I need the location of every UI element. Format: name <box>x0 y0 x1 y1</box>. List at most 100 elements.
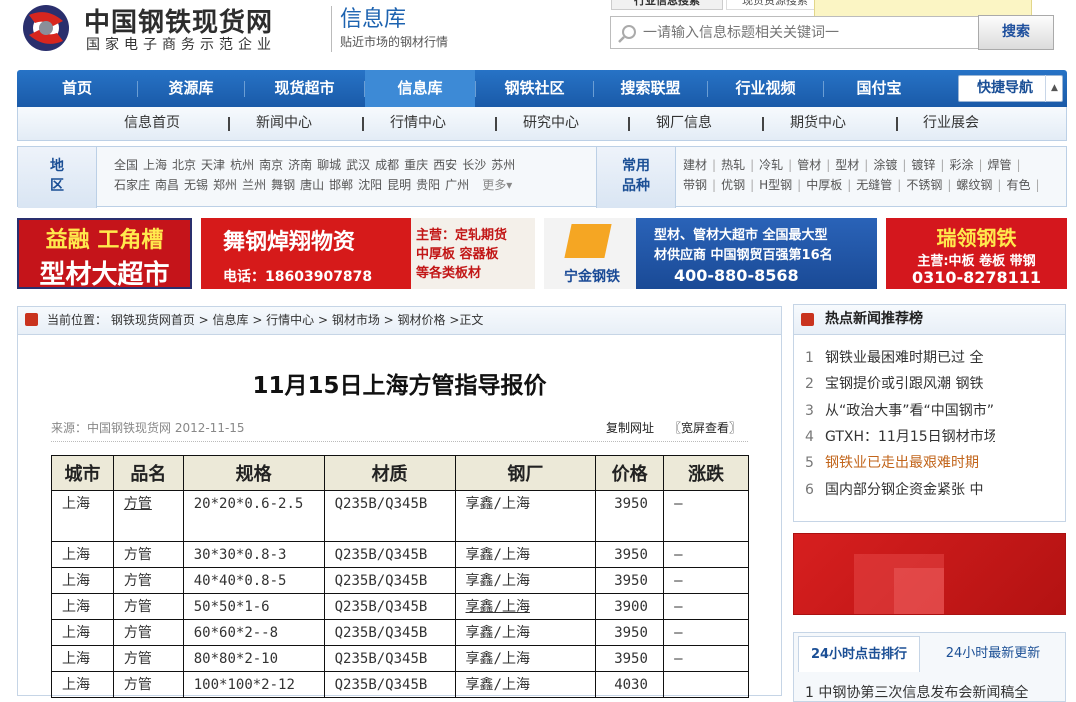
subnav-expo[interactable]: 行业展会 <box>923 107 979 140</box>
variety-link[interactable]: 冷轧 <box>759 158 783 172</box>
table-cell: 方管 <box>112 567 184 594</box>
search-tab-news[interactable]: 行业信息搜索 <box>611 0 723 10</box>
variety-link[interactable]: 中厚板 <box>806 178 842 192</box>
hot-news-link[interactable]: 国内部分钢企资金紧张 中 <box>825 482 983 498</box>
nav-home[interactable]: 首页 <box>17 70 137 107</box>
nav-info-library[interactable]: 信息库 <box>365 70 475 107</box>
search-button[interactable]: 搜索 <box>978 15 1054 50</box>
column-header: 城市 <box>51 455 114 491</box>
hot-news-link[interactable]: 钢铁业已走出最艰难时期 <box>825 455 979 471</box>
filter-link[interactable]: 长沙 <box>462 158 486 172</box>
breadcrumb[interactable]: 当前位置： 钢铁现货网首页 > 信息库 > 行情中心 > 钢材市场 > 钢材价格… <box>47 306 483 335</box>
filter-link[interactable]: 兰州 <box>242 178 266 192</box>
banner-yirong[interactable]: 益融 工角槽 型材大超市 <box>17 218 192 289</box>
subnav-market[interactable]: 行情中心 <box>390 107 446 140</box>
filter-link[interactable]: 成都 <box>375 158 399 172</box>
table-cell: 上海 <box>51 541 114 568</box>
copy-link-button[interactable]: 复制网址 <box>606 419 654 436</box>
link-separator: | <box>750 178 755 192</box>
filter-link[interactable]: 郑州 <box>213 178 237 192</box>
filter-link[interactable]: 聊城 <box>317 158 341 172</box>
table-cell: 享鑫/上海 <box>454 541 597 568</box>
filter-link[interactable]: 上海 <box>143 158 167 172</box>
variety-link[interactable]: 螺纹钢 <box>956 178 992 192</box>
nav-resources[interactable]: 资源库 <box>138 70 244 107</box>
hot-news-item[interactable]: 5 钢铁业已走出最艰难时期 <box>805 453 995 473</box>
filter-link[interactable]: 济南 <box>288 158 312 172</box>
divider <box>51 441 748 442</box>
filter-link[interactable]: 沈阳 <box>358 178 382 192</box>
wide-view-button[interactable]: 〖宽屏查看〗 <box>669 419 741 436</box>
nav-stock-market[interactable]: 现货超市 <box>245 70 364 107</box>
filter-link[interactable]: 北京 <box>172 158 196 172</box>
hot-news-link[interactable]: 宝钢提价或引跟风潮 钢铁 <box>825 376 983 392</box>
rank-list-item[interactable]: 1 中钢协第三次信息发布会新闻稿全 <box>805 682 1055 702</box>
nav-guofubao[interactable]: 国付宝 <box>824 70 934 107</box>
filter-link[interactable]: 无锡 <box>184 178 208 192</box>
subnav-separator <box>495 117 497 131</box>
subnav-research[interactable]: 研究中心 <box>523 107 579 140</box>
filter-link[interactable]: 邯郸 <box>329 178 353 192</box>
hot-news-item[interactable]: 4 GTXH：11月15日钢材市场 <box>805 427 995 447</box>
search-input[interactable] <box>643 17 976 48</box>
variety-link[interactable]: 有色 <box>1006 178 1030 192</box>
hot-news-item[interactable]: 6 国内部分钢企资金紧张 中 <box>805 480 995 500</box>
filter-link[interactable]: 杭州 <box>230 158 254 172</box>
variety-link[interactable]: 涂镀 <box>873 158 897 172</box>
variety-link[interactable]: 带钢 <box>683 178 707 192</box>
hot-news-item[interactable]: 3 从“政治大事”看“中国钢市” <box>805 401 995 421</box>
variety-link[interactable]: 焊管 <box>988 158 1012 172</box>
subnav-mills[interactable]: 钢厂信息 <box>656 107 712 140</box>
more-link[interactable]: 更多▾ <box>482 178 512 192</box>
subnav-info-home[interactable]: 信息首页 <box>124 107 180 140</box>
table-cell[interactable]: 享鑫/上海 <box>454 593 597 620</box>
variety-link[interactable]: 建材 <box>683 158 707 172</box>
nav-community[interactable]: 钢铁社区 <box>476 70 593 107</box>
subnav-news[interactable]: 新闻中心 <box>256 107 312 140</box>
nav-search-alliance[interactable]: 搜索联盟 <box>594 70 707 107</box>
filter-link[interactable]: 舞钢 <box>271 178 295 192</box>
nav-industry-video[interactable]: 行业视频 <box>708 70 823 107</box>
filter-link[interactable]: 广州 <box>445 178 469 192</box>
hot-news-link[interactable]: 从“政治大事”看“中国钢市” <box>825 403 994 419</box>
variety-link[interactable]: 镀锌 <box>911 158 935 172</box>
hot-news-item[interactable]: 1 钢铁业最困难时期已过 全 <box>805 348 995 368</box>
banner-wugang[interactable]: 舞钢焯翔物资 电话：18603907878 主营：定轧期货 中厚板 容器板 等各类板… <box>201 218 535 289</box>
banner-ningjin[interactable]: 宁金钢铁 型材、管材大超市 全国最大型 材供应商 中国钢贸百强第16名 400-… <box>544 218 877 289</box>
variety-link[interactable]: 优钢 <box>721 178 745 192</box>
variety-link[interactable]: 型材 <box>835 158 859 172</box>
filter-link[interactable]: 天津 <box>201 158 225 172</box>
filter-link[interactable]: 全国 <box>114 158 138 172</box>
filter-link[interactable]: 贵阳 <box>416 178 440 192</box>
variety-link[interactable]: 不锈钢 <box>906 178 942 192</box>
table-cell: 上海 <box>51 619 114 646</box>
filter-link[interactable]: 西安 <box>433 158 457 172</box>
variety-link[interactable]: H型钢 <box>759 178 792 192</box>
filter-link[interactable]: 南京 <box>259 158 283 172</box>
variety-link[interactable]: 管材 <box>797 158 821 172</box>
filter-link[interactable]: 石家庄 <box>114 178 150 192</box>
hot-news-item[interactable]: 2 宝钢提价或引跟风潮 钢铁 <box>805 374 995 394</box>
filter-link[interactable]: 重庆 <box>404 158 428 172</box>
hot-news-link[interactable]: 钢铁业最困难时期已过 全 <box>825 350 983 366</box>
promo-image[interactable] <box>793 533 1066 615</box>
filter-link[interactable]: 昆明 <box>387 178 411 192</box>
banner-ruiling[interactable]: 瑞领钢铁 主营:中板 卷板 带钢 0310-8278111 <box>886 218 1067 289</box>
price-table: 城市 品名 规格 材质 钢厂 价格 涨跌 上海 方管 20*20*0.6-2.5 Q235B/Q3… <box>51 455 749 698</box>
region-label: 地区 <box>18 147 96 208</box>
logo-icon[interactable] <box>17 3 75 53</box>
search-tab-stock[interactable]: 现货资源搜索 <box>726 0 824 10</box>
subnav-futures[interactable]: 期货中心 <box>790 107 846 140</box>
hot-news-link[interactable]: GTXH：11月15日钢材市场 <box>825 429 995 445</box>
filter-link[interactable]: 苏州 <box>491 158 515 172</box>
variety-link[interactable]: 无缝管 <box>856 178 892 192</box>
variety-link[interactable]: 热轧 <box>721 158 745 172</box>
filter-link[interactable]: 唐山 <box>300 178 324 192</box>
tab-24h-latest[interactable]: 24小时最新更新 <box>928 636 1058 672</box>
filter-link[interactable]: 南昌 <box>155 178 179 192</box>
filter-link[interactable]: 武汉 <box>346 158 370 172</box>
variety-link[interactable]: 彩涂 <box>949 158 973 172</box>
tab-24h-clicks[interactable]: 24小时点击排行 <box>798 636 920 672</box>
chevron-down-icon[interactable]: ▲ <box>1045 75 1063 102</box>
table-cell[interactable]: 方管 <box>112 490 184 542</box>
